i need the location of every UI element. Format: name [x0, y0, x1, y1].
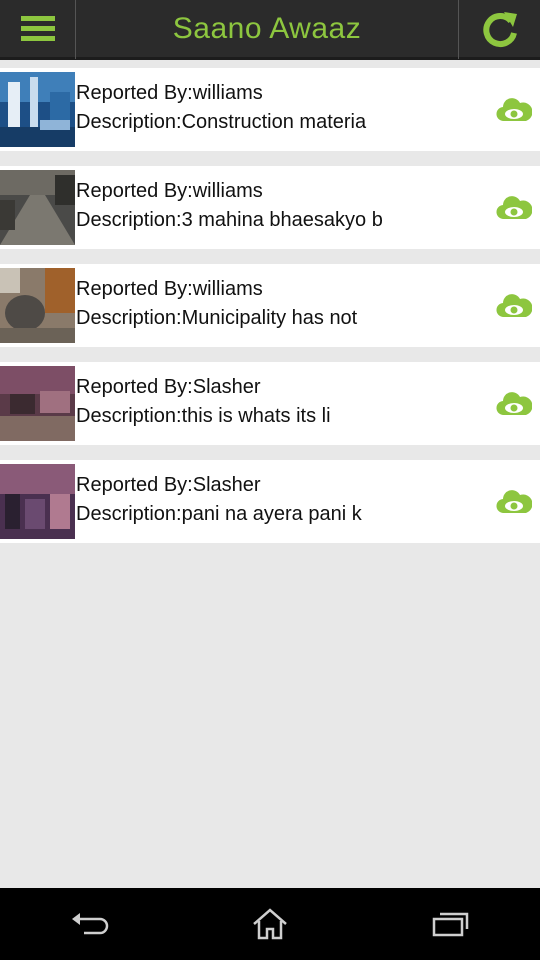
report-thumbnail — [0, 170, 75, 245]
recent-apps-icon — [432, 912, 469, 937]
description-label: Description:3 mahina bhaesakyo b — [76, 208, 383, 231]
reporter-label: Reported By:Slasher — [76, 473, 261, 496]
list-item[interactable]: Reported By:Slasher Description:pani na … — [0, 460, 540, 543]
list-item[interactable]: Reported By:williams Description:3 mahin… — [0, 166, 540, 249]
report-text: Reported By:Slasher Description:pani na … — [75, 471, 496, 529]
back-button[interactable] — [60, 899, 120, 949]
report-thumbnail — [0, 366, 75, 441]
description-label: Description:pani na ayera pani k — [76, 502, 362, 525]
recent-apps-button[interactable] — [420, 899, 480, 949]
reporter-label: Reported By:williams — [76, 179, 263, 202]
report-thumbnail — [0, 464, 75, 539]
description-label: Description:this is whats its li — [76, 404, 331, 427]
reporter-label: Reported By:Slasher — [76, 375, 261, 398]
cloud-eye-icon[interactable] — [496, 95, 532, 125]
app-screen: Saano Awaaz Reported By:williams Descrip… — [0, 0, 540, 960]
cloud-eye-icon[interactable] — [496, 291, 532, 321]
report-text: Reported By:williams Description:3 mahin… — [75, 177, 496, 235]
report-thumbnail — [0, 268, 75, 343]
list-item[interactable]: Reported By:williams Description:Municip… — [0, 264, 540, 347]
app-title: Saano Awaaz — [172, 11, 362, 45]
description-label: Description:Construction materia — [76, 110, 367, 133]
home-button[interactable] — [240, 899, 300, 949]
reporter-label: Reported By:williams — [76, 277, 263, 300]
list-item[interactable]: Reported By:Slasher Description:this is … — [0, 362, 540, 445]
cloud-eye-icon[interactable] — [496, 487, 532, 517]
report-thumbnail — [0, 72, 75, 147]
hamburger-menu-icon — [20, 15, 55, 42]
cloud-eye-icon[interactable] — [496, 193, 532, 223]
menu-button[interactable] — [0, 0, 76, 59]
refresh-button[interactable] — [458, 0, 540, 59]
action-bar: Saano Awaaz — [0, 0, 540, 60]
home-icon — [253, 908, 287, 940]
list-item[interactable]: Reported By:williams Description:Constru… — [0, 68, 540, 151]
report-text: Reported By:williams Description:Constru… — [75, 79, 496, 137]
system-nav-bar — [0, 888, 540, 960]
cloud-eye-icon[interactable] — [496, 389, 532, 419]
refresh-icon — [482, 11, 517, 47]
report-list: Reported By:williams Description:Constru… — [0, 68, 540, 558]
description-label: Description:Municipality has not — [76, 306, 358, 329]
reporter-label: Reported By:williams — [76, 81, 263, 104]
back-icon — [72, 913, 109, 935]
report-text: Reported By:Slasher Description:this is … — [75, 373, 496, 431]
report-text: Reported By:williams Description:Municip… — [75, 275, 496, 333]
